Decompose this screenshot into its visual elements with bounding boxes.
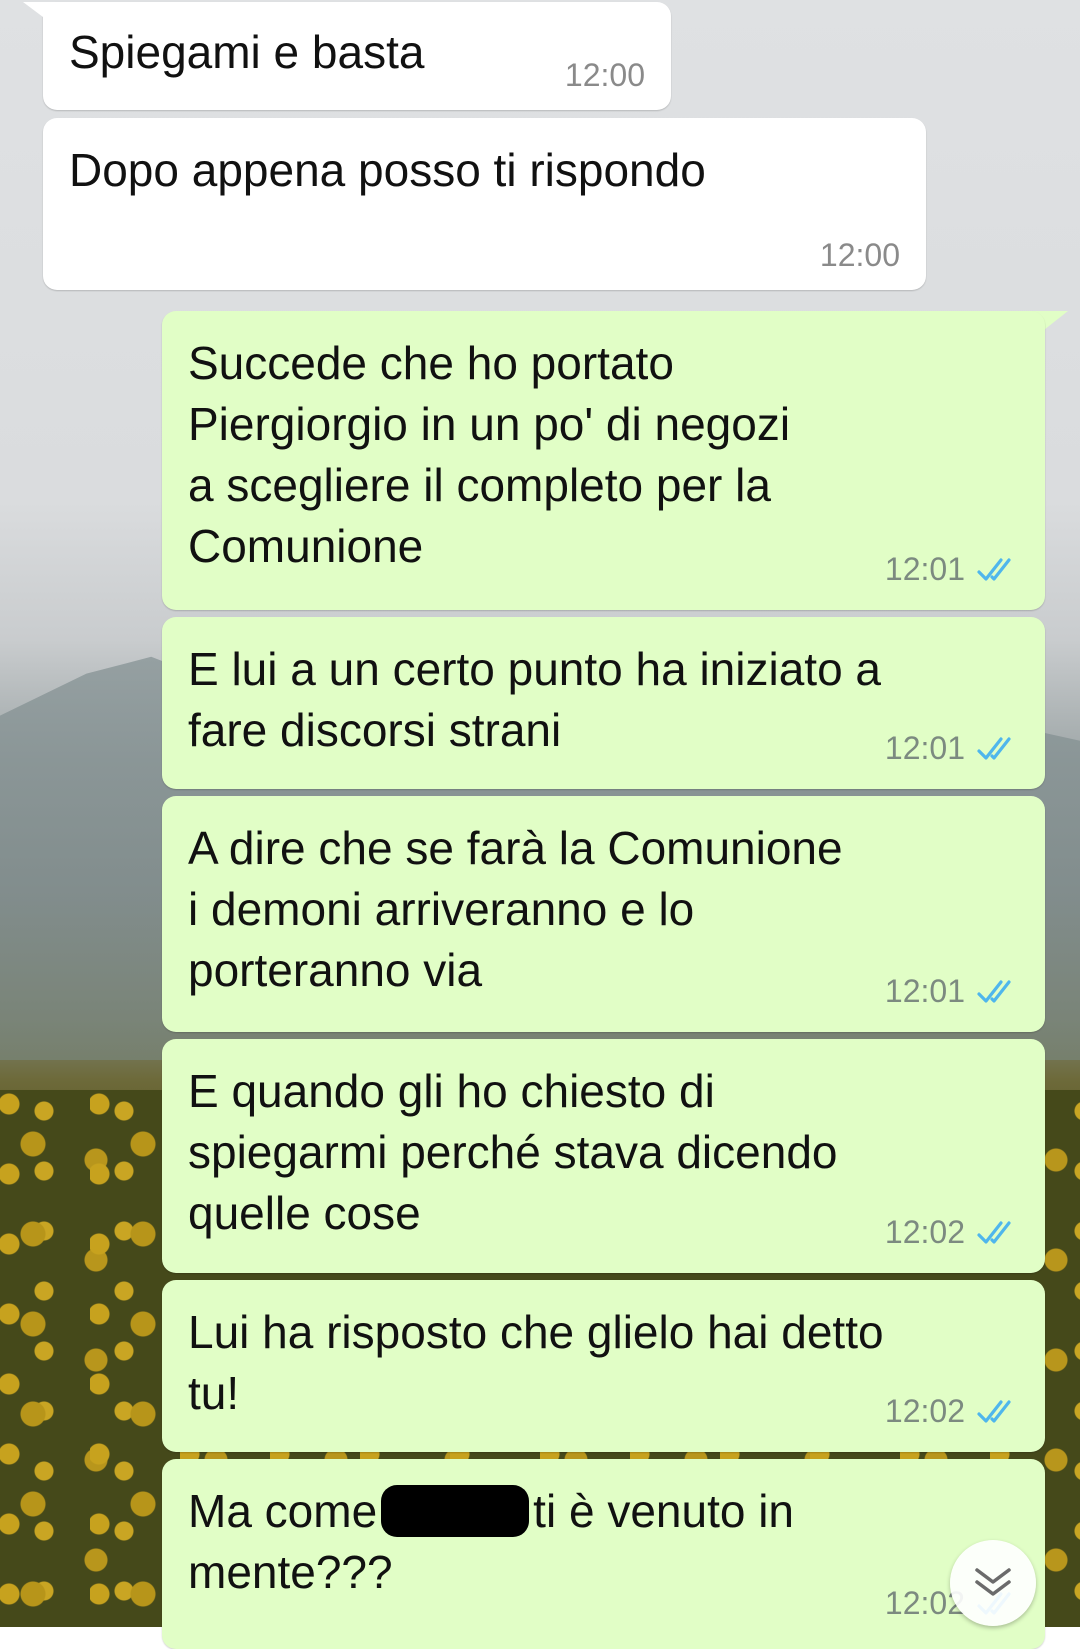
chevron-double-down-icon (975, 1568, 1011, 1596)
outgoing-message[interactable]: Lui ha risposto che glielo hai detto tu!… (162, 1280, 1045, 1452)
message-meta: 12:01 (885, 973, 1023, 1010)
message-text-before: Ma come (188, 1485, 378, 1537)
message-time: 12:01 (884, 551, 965, 587)
message-meta: 12:00 (820, 237, 900, 274)
message-list[interactable]: Spiegami e basta 12:00 Dopo appena posso… (0, 0, 1080, 1649)
message-text: Dopo appena posso ti rispondo (69, 144, 706, 196)
message-time: 12:01 (884, 730, 965, 766)
message-time: 12:02 (884, 1214, 965, 1250)
double-check-icon (977, 1220, 1011, 1244)
outgoing-message[interactable]: Succede che ho portato Piergiorgio in un… (162, 311, 1045, 610)
scroll-to-bottom-button[interactable] (950, 1540, 1036, 1626)
bubble-tail (23, 2, 63, 32)
double-check-icon (977, 979, 1011, 1003)
outgoing-message[interactable]: E quando gli ho chiesto di spiegarmi per… (162, 1039, 1045, 1273)
message-time: 12:00 (819, 237, 900, 273)
message-meta: 12:02 (885, 1393, 1023, 1430)
message-meta: 12:01 (885, 730, 1023, 767)
message-text: Succede che ho portato Piergiorgio in un… (188, 337, 791, 572)
outgoing-message[interactable]: E lui a un certo punto ha iniziato a far… (162, 617, 1045, 789)
double-check-icon (977, 1399, 1011, 1423)
double-check-icon (977, 557, 1011, 581)
message-time: 12:01 (884, 973, 965, 1009)
double-check-icon (977, 736, 1011, 760)
outgoing-message[interactable]: A dire che se farà la Comunione i demoni… (162, 796, 1045, 1032)
message-time: 12:02 (884, 1393, 965, 1429)
incoming-message[interactable]: Spiegami e basta 12:00 (23, 2, 671, 110)
outgoing-message[interactable]: Ma come ti è venuto in mente??? 12:02 (162, 1459, 1045, 1649)
incoming-message[interactable]: Dopo appena posso ti rispondo 12:00 (43, 118, 926, 290)
message-text: Spiegami e basta (69, 26, 425, 78)
redaction-bar (381, 1485, 530, 1537)
message-time: 12:00 (564, 57, 645, 93)
message-meta: 12:01 (885, 551, 1023, 588)
message-meta: 12:00 (565, 57, 645, 94)
message-meta: 12:02 (885, 1214, 1023, 1251)
